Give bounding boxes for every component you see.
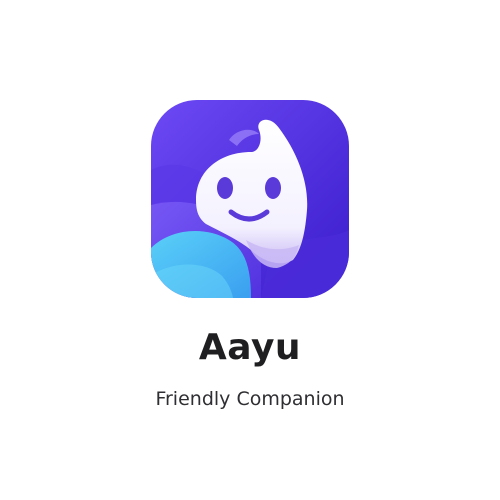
app-tagline: Friendly Companion [155,388,345,410]
app-showcase: Aayu Friendly Companion [0,0,500,500]
app-name: Aayu [198,327,302,368]
app-icon[interactable] [151,100,349,298]
smiling-ghost-mascot-icon [151,100,349,298]
